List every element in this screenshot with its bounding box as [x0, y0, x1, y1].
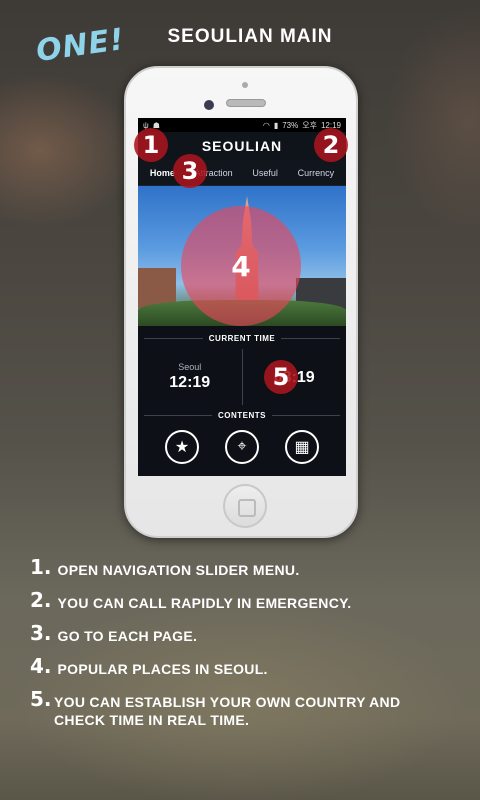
time-prefix: 오후	[302, 120, 317, 130]
phone-camera	[204, 100, 214, 110]
instruction-text: POPULAR PLACES IN SEOUL.	[57, 661, 268, 677]
instruction-text: YOU CAN CALL RAPIDLY IN EMERGENCY.	[57, 595, 352, 611]
instruction-text: GO TO EACH PAGE.	[57, 628, 198, 644]
page-title: SEOULIAN MAIN	[167, 26, 333, 47]
marker-2: 2	[314, 128, 348, 162]
marker-1: 1	[134, 128, 168, 162]
instruction-number: 4.	[30, 654, 52, 678]
map-pin-icon[interactable]: ⌖	[225, 430, 259, 464]
instruction-number: 5.	[30, 687, 52, 711]
tab-home[interactable]: Home	[150, 168, 175, 178]
instruction-item: 5. YOU CAN ESTABLISH YOUR OWN COUNTRY AN…	[30, 688, 450, 729]
instruction-number: 3.	[30, 621, 52, 645]
content-icons: ★ ⌖ ▦	[138, 430, 346, 464]
current-time-section: CURRENT TIME Seoul 12:19 03:19	[138, 326, 346, 405]
battery-level: 73%	[282, 120, 299, 130]
marker-5: 5	[264, 360, 298, 394]
marker-4: 4	[181, 206, 301, 326]
clock-time-seoul: 12:19	[169, 374, 211, 391]
tab-useful[interactable]: Useful	[252, 168, 278, 178]
wifi-icon: ◠	[262, 120, 270, 130]
instruction-number: 1.	[30, 555, 52, 579]
instructions-list: 1. OPEN NAVIGATION SLIDER MENU. 2. YOU C…	[30, 556, 450, 739]
contents-label-text: CONTENTS	[218, 411, 266, 420]
contents-section: CONTENTS ★ ⌖ ▦	[138, 411, 346, 464]
phone-sensor	[242, 82, 248, 88]
star-icon[interactable]: ★	[165, 430, 199, 464]
clocks: Seoul 12:19 03:19	[138, 349, 346, 405]
current-time-label-text: CURRENT TIME	[208, 334, 276, 343]
instruction-item: 2. YOU CAN CALL RAPIDLY IN EMERGENCY.	[30, 589, 450, 612]
signal-icon: ▮	[273, 120, 279, 130]
instruction-text: OPEN NAVIGATION SLIDER MENU.	[57, 562, 300, 578]
contents-label: CONTENTS	[138, 411, 346, 420]
phone-speaker	[226, 99, 266, 107]
qr-code-icon[interactable]: ▦	[285, 430, 319, 464]
instruction-text: YOU CAN ESTABLISH YOUR OWN COUNTRY AND C…	[54, 694, 401, 728]
current-time-label: CURRENT TIME	[138, 334, 346, 343]
nav-tabs: Home Attraction Useful Currency	[138, 160, 346, 186]
app-title: SEOULIAN	[201, 138, 283, 154]
instruction-item: 1. OPEN NAVIGATION SLIDER MENU.	[30, 556, 450, 579]
phone-home-button	[223, 484, 267, 528]
tab-currency[interactable]: Currency	[298, 168, 335, 178]
marker-3: 3	[173, 154, 207, 188]
clock-city-seoul: Seoul	[178, 362, 202, 372]
instruction-number: 2.	[30, 588, 52, 612]
instruction-item: 3. GO TO EACH PAGE.	[30, 622, 450, 645]
clock-seoul: Seoul 12:19	[138, 349, 242, 405]
instruction-item: 4. POPULAR PLACES IN SEOUL.	[30, 655, 450, 678]
status-bar: ψ ☗ ◠ ▮ 73% 오후 12:19	[138, 118, 346, 132]
